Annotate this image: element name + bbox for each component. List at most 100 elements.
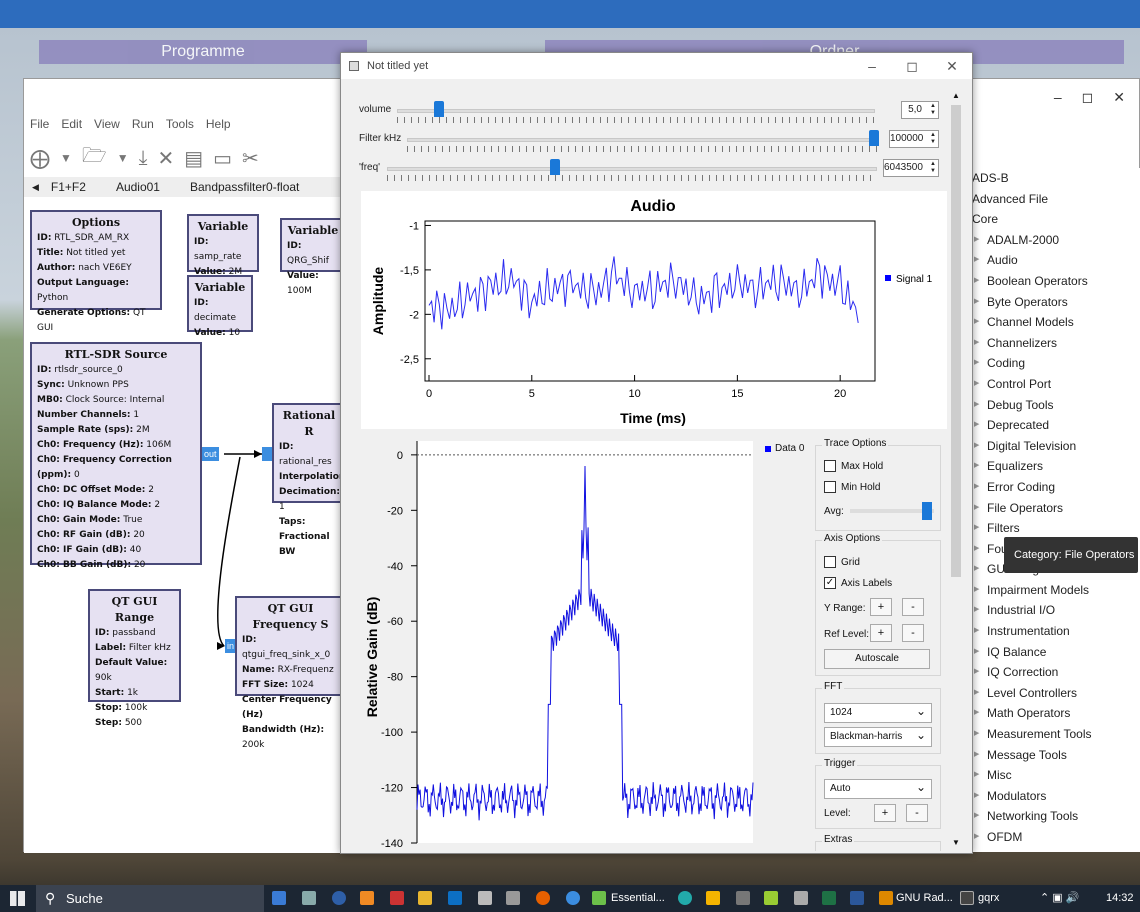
- taskbar-app-icon[interactable]: [706, 891, 720, 905]
- library-subcategory[interactable]: Filters: [972, 518, 1140, 539]
- vertical-scrollbar[interactable]: ▲ ▼: [949, 91, 963, 847]
- slider-track[interactable]: [387, 167, 877, 171]
- library-subcategory[interactable]: Channel Models: [972, 312, 1140, 333]
- excel-icon[interactable]: [822, 891, 836, 905]
- system-tray[interactable]: ⌃ ▣ 🔊: [1040, 885, 1079, 912]
- taskbar-app-icon[interactable]: [794, 891, 808, 905]
- library-subcategory[interactable]: Message Tools: [972, 745, 1140, 766]
- library-subcategory[interactable]: Debug Tools: [972, 395, 1140, 416]
- taskbar-app-icon[interactable]: [764, 891, 778, 905]
- library-subcategory[interactable]: Boolean Operators: [972, 271, 1140, 292]
- checkbox-box[interactable]: [824, 556, 836, 568]
- windows-start-icon[interactable]: [10, 891, 25, 906]
- level-plus-button[interactable]: +: [874, 804, 896, 822]
- yrange-plus-button[interactable]: +: [870, 598, 892, 616]
- slider-track[interactable]: [407, 138, 879, 142]
- library-subcategory[interactable]: IQ Balance: [972, 642, 1140, 663]
- fft-size-select[interactable]: 1024: [824, 702, 932, 723]
- autoscale-button[interactable]: Autoscale: [824, 649, 930, 669]
- dropdown-icon[interactable]: ▼: [60, 151, 72, 165]
- trigger-mode-select[interactable]: Auto: [824, 778, 932, 799]
- folder-programme[interactable]: Programme: [39, 40, 367, 64]
- library-subcategory[interactable]: Control Port: [972, 374, 1140, 395]
- library-subcategory[interactable]: Audio: [972, 250, 1140, 271]
- menu-edit[interactable]: Edit: [61, 117, 82, 131]
- taskbar-app-icon[interactable]: [566, 891, 580, 905]
- library-subcategory[interactable]: Error Coding: [972, 477, 1140, 498]
- library-subcategory[interactable]: Channelizers: [972, 333, 1140, 354]
- cut-icon[interactable]: ✂: [242, 146, 259, 171]
- library-subcategory[interactable]: ADALM-2000: [972, 230, 1140, 251]
- scrollbar-thumb[interactable]: [951, 105, 961, 577]
- flowgraph-canvas[interactable]: Options ID: RTL_SDR_AM_RX Title: Not titl…: [24, 199, 349, 853]
- library-subcategory[interactable]: Equalizers: [972, 456, 1140, 477]
- tab-audio01[interactable]: Audio01: [116, 180, 160, 194]
- firefox-icon[interactable]: [536, 891, 550, 905]
- library-category[interactable]: Advanced File: [972, 189, 1140, 210]
- minimize-icon[interactable]: –: [852, 53, 892, 79]
- taskbar-app-icon[interactable]: [302, 891, 316, 905]
- new-file-icon[interactable]: ⨁: [30, 146, 50, 171]
- taskbar-app-icon[interactable]: [879, 891, 893, 905]
- slider-spinbox[interactable]: 6043500: [883, 159, 939, 177]
- library-subcategory[interactable]: OFDM: [972, 827, 1140, 848]
- checkbox-box[interactable]: [824, 460, 836, 472]
- library-subcategory[interactable]: Deprecated: [972, 415, 1140, 436]
- min-hold-checkbox[interactable]: Min Hold: [824, 481, 880, 493]
- grid-checkbox[interactable]: Grid: [824, 556, 860, 568]
- slider-handle[interactable]: [869, 130, 879, 146]
- close-file-icon[interactable]: ✕: [157, 146, 174, 171]
- taskbar-gnu-radio[interactable]: GNU Rad...: [896, 885, 953, 912]
- taskbar-essential[interactable]: Essential...: [611, 885, 665, 912]
- calculator-icon[interactable]: [506, 891, 520, 905]
- maximize-icon[interactable]: ◻: [1082, 89, 1094, 106]
- taskbar-app-icon[interactable]: [360, 891, 374, 905]
- axis-labels-checkbox[interactable]: ✓ Axis Labels: [824, 577, 892, 589]
- library-subcategory[interactable]: Level Controllers: [972, 683, 1140, 704]
- taskbar-app-icon[interactable]: [736, 891, 750, 905]
- library-subcategory[interactable]: Industrial I/O: [972, 600, 1140, 621]
- taskbar-gqrx[interactable]: gqrx: [978, 885, 999, 912]
- menu-run[interactable]: Run: [132, 117, 154, 131]
- taskbar-app-icon[interactable]: [448, 891, 462, 905]
- library-category[interactable]: Core: [972, 209, 1140, 230]
- library-subcategory[interactable]: Measurement Tools: [972, 724, 1140, 745]
- taskbar-app-icon[interactable]: [592, 891, 606, 905]
- qt-titlebar[interactable]: Not titled yet – ◻ ✕: [341, 53, 972, 79]
- tab-f1f2[interactable]: F1+F2: [51, 180, 86, 194]
- taskbar-app-icon[interactable]: [678, 891, 692, 905]
- slider-handle[interactable]: [550, 159, 561, 175]
- scroll-down-icon[interactable]: ▼: [952, 838, 960, 847]
- reflevel-plus-button[interactable]: +: [870, 624, 892, 642]
- menu-view[interactable]: View: [94, 117, 120, 131]
- menu-help[interactable]: Help: [206, 117, 231, 131]
- window-select[interactable]: Blackman-harris: [824, 726, 932, 747]
- avg-slider-handle[interactable]: [922, 502, 932, 520]
- taskbar-app-icon[interactable]: [390, 891, 404, 905]
- slider-track[interactable]: [397, 109, 875, 113]
- level-minus-button[interactable]: -: [906, 804, 928, 822]
- menu-tools[interactable]: Tools: [166, 117, 194, 131]
- open-folder-icon[interactable]: 🗁: [82, 141, 107, 175]
- dropdown-icon[interactable]: ▼: [117, 151, 129, 165]
- library-subcategory[interactable]: Networking Tools: [972, 806, 1140, 827]
- tab-scroll-left-icon[interactable]: ◀: [32, 182, 39, 193]
- taskbar-app-icon[interactable]: [960, 891, 974, 905]
- close-icon[interactable]: ✕: [932, 53, 972, 79]
- notepad-icon[interactable]: ▤: [184, 146, 203, 171]
- reflevel-minus-button[interactable]: -: [902, 624, 924, 642]
- slider-handle[interactable]: [434, 101, 445, 117]
- menu-file[interactable]: File: [30, 117, 49, 131]
- minimize-icon[interactable]: –: [1054, 89, 1062, 106]
- word-icon[interactable]: [850, 891, 864, 905]
- slider-spinbox[interactable]: 5,0: [901, 101, 939, 119]
- maximize-icon[interactable]: ◻: [892, 53, 932, 79]
- clock[interactable]: 14:32: [1106, 885, 1134, 912]
- library-subcategory[interactable]: Math Operators: [972, 703, 1140, 724]
- library-subcategory[interactable]: Impairment Models: [972, 580, 1140, 601]
- taskbar-app-icon[interactable]: [332, 891, 346, 905]
- save-icon[interactable]: ⤓: [139, 147, 148, 170]
- library-subcategory[interactable]: Byte Operators: [972, 292, 1140, 313]
- tab-bandpassfilter[interactable]: Bandpassfilter0-float: [190, 180, 299, 194]
- folder-icon[interactable]: [418, 891, 432, 905]
